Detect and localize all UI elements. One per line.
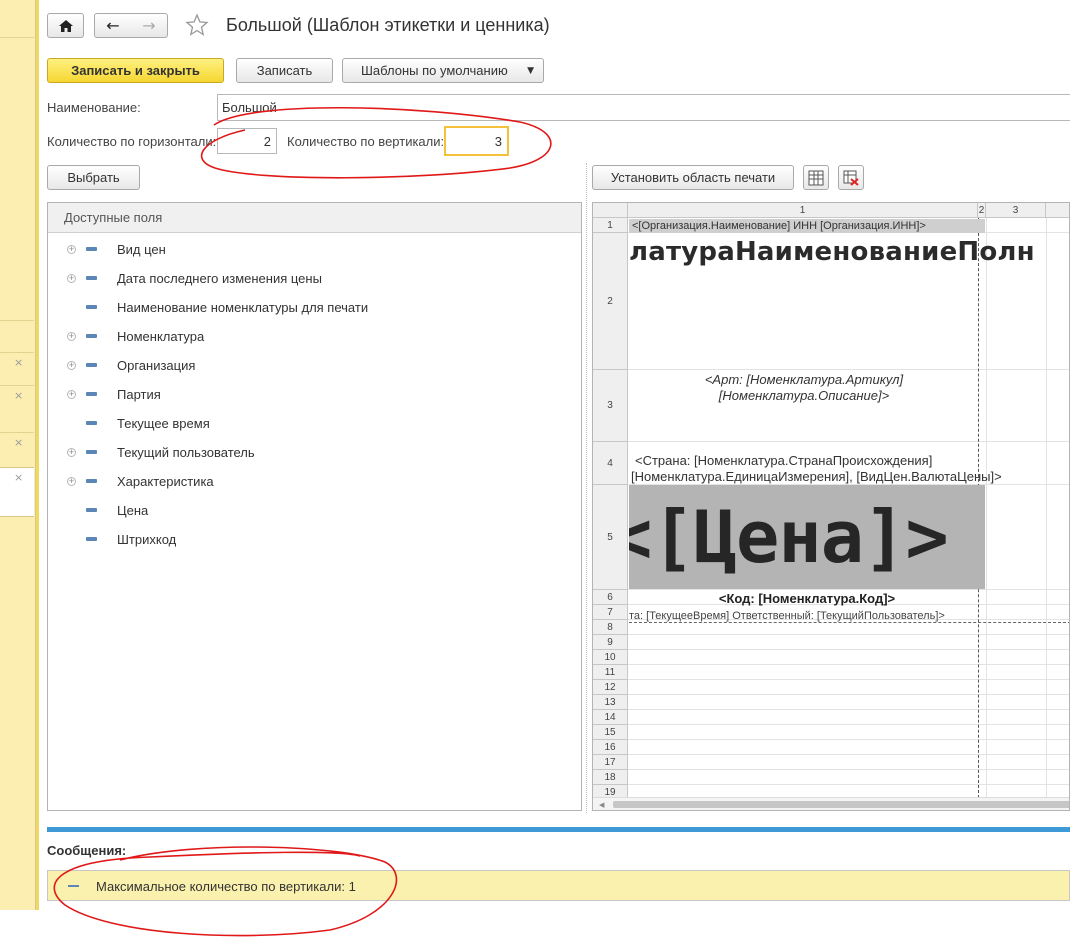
annotation-ellipse	[201, 106, 552, 179]
annotation-ellipse	[53, 846, 398, 937]
annotation-layer	[53, 106, 552, 937]
